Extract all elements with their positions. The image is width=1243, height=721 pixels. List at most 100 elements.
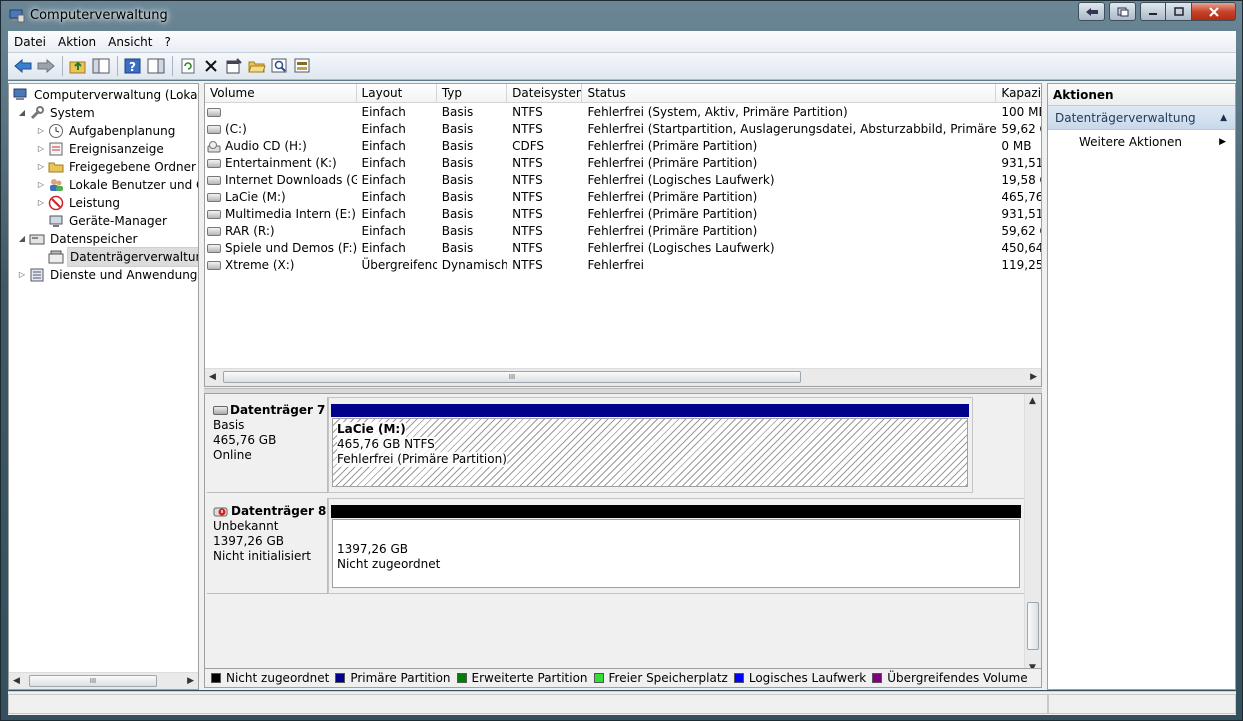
collapsed-arrow-icon[interactable]: ▷ (36, 194, 46, 212)
volume-row[interactable]: Einfach Basis NTFS Fehlerfrei (System, Akti… (205, 104, 1041, 121)
disk-tools-icon[interactable] (292, 55, 314, 77)
services-icon (29, 267, 45, 283)
column-header-layout[interactable]: Layout (357, 84, 437, 103)
tree-item-datenspeicher[interactable]: ◢ Datenspeicher (17, 230, 139, 248)
volume-cell-typ: Basis (441, 105, 474, 119)
collapsed-arrow-icon[interactable]: ▷ (36, 140, 46, 158)
volume-cell-fs: NTFS (512, 224, 543, 238)
volume-row[interactable]: RAR (R:) Einfach Basis NTFS Fehlerfrei (Prim… (205, 223, 1041, 240)
status-panel (1048, 694, 1236, 714)
menu-aktion[interactable]: Aktion (52, 35, 102, 49)
scroll-right-arrow-icon[interactable]: ▶ (187, 676, 194, 686)
partition-lacie[interactable]: LaCie (M:) 465,76 GB NTFS Fehlerfrei (Pr… (332, 418, 968, 487)
close-button[interactable] (1192, 2, 1236, 21)
column-header-typ[interactable]: Typ (437, 84, 508, 103)
search-icon[interactable] (269, 55, 291, 77)
volume-cell-status: Fehlerfrei (Primäre Partition) (587, 139, 758, 153)
delete-icon[interactable] (200, 55, 222, 77)
tree-item-ereignisanzeige[interactable]: ▷ Ereignisanzeige (36, 140, 166, 158)
disk-7-info[interactable]: Datenträger 7 Basis 465,76 GB Online (207, 397, 328, 493)
properties-icon[interactable] (223, 55, 245, 77)
legend-label: Primäre Partition (350, 671, 451, 685)
volume-row[interactable]: Xtreme (X:) Übergreifend Dynamisch NTFS Fehl… (205, 257, 1041, 274)
tree-item-leistung[interactable]: ▷ Leistung (36, 194, 122, 212)
disk-name: Datenträger 8 (231, 504, 327, 518)
partition-unallocated[interactable]: 1397,26 GB Nicht zugeordnet (332, 519, 1020, 588)
volume-cell-typ: Basis (441, 139, 474, 153)
tree-horizontal-scrollbar[interactable]: ◀ III ▶ (9, 672, 198, 689)
tree-item-geraete-manager[interactable]: Geräte-Manager (46, 212, 169, 230)
tree-label: Dienste und Anwendungen (50, 268, 199, 282)
expanded-arrow-icon[interactable]: ◢ (17, 230, 27, 248)
volume-name: (C:) (225, 122, 247, 136)
scroll-right-arrow-icon[interactable]: ▶ (1030, 372, 1037, 382)
volume-cell-cap: 19,58 G (1001, 173, 1041, 187)
back-icon[interactable] (1078, 2, 1105, 21)
volume-row[interactable]: (C:) Einfach Basis NTFS Fehlerfrei (Startpar… (205, 121, 1041, 138)
menu-ansicht[interactable]: Ansicht (102, 35, 158, 49)
disk-error-icon (213, 506, 229, 518)
volume-row[interactable]: Spiele und Demos (F:) Einfach Basis NTFS Feh… (205, 240, 1041, 257)
disk-8-info[interactable]: Datenträger 8 Unbekannt 1397,26 GB Nicht… (207, 498, 328, 594)
scroll-thumb[interactable]: III (29, 675, 157, 687)
drive-icon (207, 210, 221, 219)
column-header-dateisystem[interactable]: Dateisystem (507, 84, 583, 103)
tree-item-aufgabenplanung[interactable]: ▷ Aufgabenplanung (36, 122, 177, 140)
properties-pane-icon[interactable] (145, 55, 167, 77)
navigation-tree: Computerverwaltung (Lokal) ◢ System ▷ Au… (8, 83, 199, 690)
tree-label: Aufgabenplanung (69, 124, 176, 138)
column-header-volume[interactable]: Volume (205, 84, 357, 103)
show-hide-tree-icon[interactable] (90, 55, 112, 77)
volume-row[interactable]: Internet Downloads (G:) Einfach Basis NTFS F… (205, 172, 1041, 189)
volume-cell-fs: NTFS (512, 156, 543, 170)
volume-row[interactable]: Multimedia Intern (E:) Einfach Basis NTFS Fe… (205, 206, 1041, 223)
minimize-button[interactable] (1140, 2, 1166, 21)
scroll-up-arrow-icon[interactable]: ▲ (1029, 396, 1036, 406)
more-actions-link[interactable]: Weitere Aktionen ▶ (1048, 130, 1235, 154)
volume-cell-typ: Basis (441, 207, 474, 221)
up-folder-icon[interactable] (67, 55, 89, 77)
volume-name: Internet Downloads (G:) (225, 173, 357, 187)
volume-row[interactable]: Audio CD (H:) Einfach Basis CDFS Fehlerfrei … (205, 138, 1041, 155)
toolbar: ? (8, 53, 1236, 80)
tree-item-root[interactable]: Computerverwaltung (Lokal) (11, 86, 198, 104)
disk-map-vertical-scrollbar[interactable]: ▲ ▼ (1024, 394, 1041, 675)
volume-row[interactable]: Entertainment (K:) Einfach Basis NTFS Fehler… (205, 155, 1041, 172)
restore-view-icon[interactable] (1109, 2, 1136, 21)
volume-row[interactable]: LaCie (M:) Einfach Basis NTFS Fehlerfrei (Pr… (205, 189, 1041, 206)
collapsed-arrow-icon[interactable]: ▷ (36, 176, 46, 194)
maximize-button[interactable] (1166, 2, 1192, 21)
tree-item-dienste[interactable]: ▷ Dienste und Anwendungen (17, 266, 199, 284)
tree-item-freigegebene-ordner[interactable]: ▷ Freigegebene Ordner (36, 158, 198, 176)
scroll-thumb[interactable] (1027, 602, 1039, 650)
volume-cell-fs: CDFS (512, 139, 545, 153)
tree-item-system[interactable]: ◢ System (17, 104, 97, 122)
volume-list-horizontal-scrollbar[interactable]: ◀ III ▶ (205, 368, 1041, 386)
collapsed-arrow-icon[interactable]: ▷ (17, 266, 27, 284)
open-folder-icon[interactable] (246, 55, 268, 77)
refresh-icon[interactable] (177, 55, 199, 77)
shared-folder-icon (48, 159, 64, 175)
volume-cell-volume: Spiele und Demos (F:) (205, 240, 357, 257)
scroll-left-arrow-icon[interactable]: ◀ (209, 372, 216, 382)
menu-help[interactable]: ? (158, 35, 176, 49)
tree-item-datentraegerverwaltung[interactable]: Datenträgerverwaltung (46, 247, 198, 267)
forward-button[interactable] (35, 55, 57, 77)
collapse-up-icon[interactable]: ▲ (1220, 106, 1227, 130)
back-button[interactable] (12, 55, 34, 77)
disk-type: Basis (213, 418, 245, 432)
volume-cell-fs: NTFS (512, 241, 543, 255)
scroll-left-arrow-icon[interactable]: ◀ (13, 676, 20, 686)
expanded-arrow-icon[interactable]: ◢ (17, 104, 27, 122)
scroll-thumb[interactable]: III (223, 371, 801, 383)
tree-item-lokale-benutzer[interactable]: ▷ Lokale Benutzer und Gru (36, 176, 198, 194)
column-header-kapazitaet[interactable]: Kapazi (996, 84, 1041, 103)
legend-swatch (456, 673, 467, 683)
help-icon[interactable]: ? (122, 55, 144, 77)
column-header-status[interactable]: Status (582, 84, 997, 103)
collapsed-arrow-icon[interactable]: ▷ (36, 158, 46, 176)
legend-swatch (733, 673, 744, 683)
menu-datei[interactable]: Datei (8, 35, 52, 49)
collapsed-arrow-icon[interactable]: ▷ (36, 122, 46, 140)
actions-section-datentraegerverwaltung[interactable]: Datenträgerverwaltung ▲ (1048, 106, 1235, 130)
